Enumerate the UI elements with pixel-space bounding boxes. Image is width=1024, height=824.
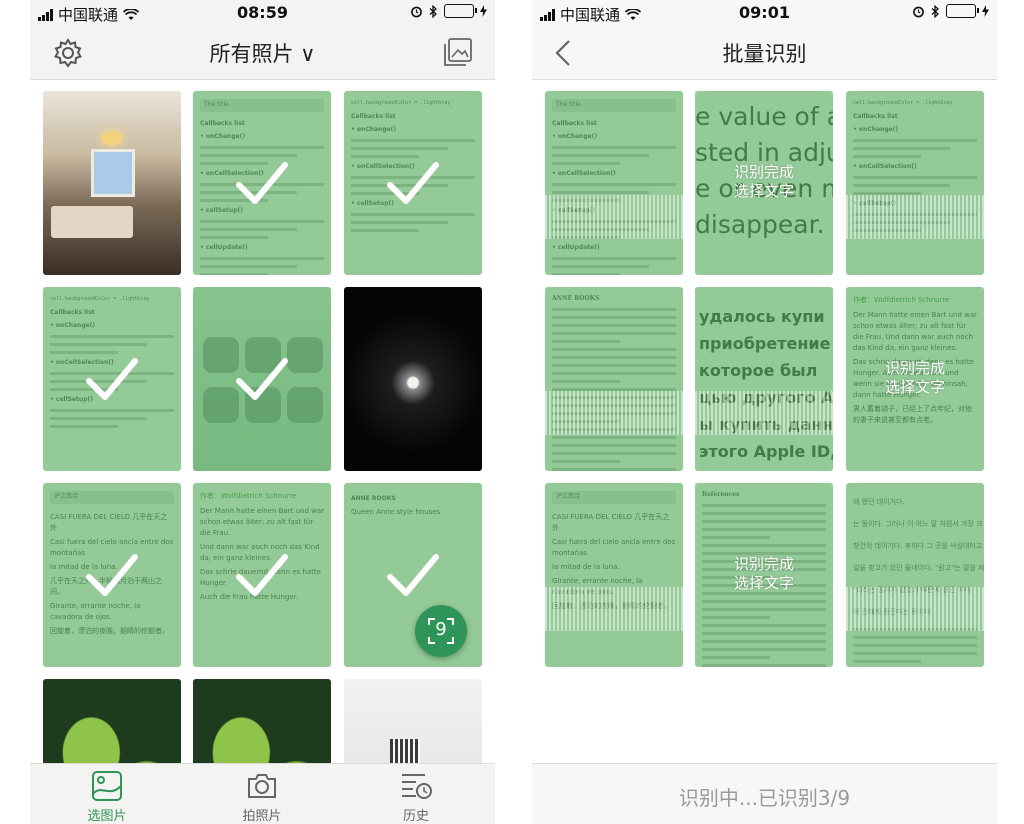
history-icon: [402, 774, 432, 799]
recognized-line-2: 选择文字: [884, 378, 945, 396]
photo-icon: [444, 38, 472, 66]
left-phone-screen: 中国联通 08:59 所有照片 ∨ 9 选图片 拍照片 历史: [30, 0, 495, 824]
scanning-band: [846, 195, 984, 239]
checkmark-icon: [236, 162, 288, 204]
selection-count-button[interactable]: 9: [415, 605, 467, 657]
checkmark-icon: [86, 358, 138, 400]
tab-history-label: 历史: [402, 809, 429, 824]
photo-tile[interactable]: cell.backgroundColor = .lightGrayCallbac…: [846, 91, 984, 275]
photo-tile[interactable]: 作者：Wolfdietrich SchnurreDer Mann hatte e…: [193, 483, 331, 667]
bluetooth-icon: [931, 4, 939, 18]
photo-bedroom: [43, 91, 181, 275]
gallery-button[interactable]: [443, 37, 473, 71]
bluetooth-icon: [429, 4, 437, 18]
scanning-band: [695, 391, 833, 435]
checkmark-icon: [236, 554, 288, 596]
checkmark-icon: [236, 358, 288, 400]
status-bar: 中国联通 08:59: [30, 0, 495, 26]
photo-tile[interactable]: 에 됐던 데이거다.는 동이다. 그러나 이 어느 말 처럼서 가장 크창건의 …: [846, 483, 984, 667]
checkmark-icon: [86, 554, 138, 596]
recognition-progress-bar: 识别中...已识别3/9: [532, 763, 997, 824]
pick-image-icon: [92, 771, 122, 801]
photo-tile[interactable]: [193, 287, 331, 471]
tab-history[interactable]: 历史: [376, 770, 456, 824]
battery-icon: [444, 4, 477, 18]
photo-moon: [344, 287, 482, 471]
scanning-band: [846, 587, 984, 631]
recognized-line-2: 选择文字: [733, 182, 794, 200]
photo-tile[interactable]: [43, 91, 181, 275]
photo-tile[interactable]: [344, 287, 482, 471]
scanning-band: [545, 391, 683, 435]
photo-tile[interactable]: ANNE ROOKS: [545, 287, 683, 471]
recognition-overlay: [545, 483, 683, 667]
photo-tile[interactable]: The titleCallbacks list• onChange()• onC…: [193, 91, 331, 275]
bed: [51, 206, 133, 238]
tab-pick-image[interactable]: 选图片: [67, 770, 147, 824]
charging-icon: [480, 5, 487, 17]
photo-tile[interactable]: e value of asted in adjue or even madisa…: [695, 91, 833, 275]
recognition-overlay: [545, 287, 683, 471]
photo-tile[interactable]: 泸江西诗CASI FUERA DEL CIELO 几乎在天之外Casi fuer…: [545, 483, 683, 667]
recognition-overlay: [846, 483, 984, 667]
photo-tile[interactable]: 作者：Wolfdietrich SchnurreDer Mann hatte e…: [846, 287, 984, 471]
recognition-overlay: [695, 287, 833, 471]
recognized-label: 识别完成 选择文字: [846, 359, 984, 397]
status-right: [410, 4, 487, 18]
tab-take-photo-label: 拍照片: [242, 809, 282, 824]
tab-take-photo[interactable]: 拍照片: [222, 770, 302, 824]
checkmark-icon: [387, 554, 439, 596]
alarm-icon: [913, 6, 924, 17]
photo-tile[interactable]: cell.backgroundColor = .lightGrayCallbac…: [43, 287, 181, 471]
status-bar: 中国联通 09:01: [532, 0, 997, 26]
recognized-label: 识别完成 选择文字: [695, 555, 833, 593]
status-right: [912, 4, 989, 18]
right-phone-screen: 中国联通 09:01 批量识别 The titleCallbacks list•…: [532, 0, 997, 824]
chandelier: [101, 131, 123, 145]
checkmark-icon: [387, 162, 439, 204]
photo-tile[interactable]: удалось купиприобретение отнкоторое былц…: [695, 287, 833, 471]
selection-count: 9: [435, 619, 447, 640]
recognized-line-2: 选择文字: [733, 574, 794, 592]
battery-icon: [946, 4, 979, 18]
charging-icon: [982, 5, 989, 17]
camera-icon: [248, 774, 276, 798]
page-title: 批量识别: [722, 42, 807, 66]
alarm-icon: [411, 6, 422, 17]
scanning-band: [545, 195, 683, 239]
recognized-line-1: 识别完成: [733, 555, 794, 573]
recognition-progress-text: 识别中...已识别3/9: [678, 786, 851, 810]
top-navigation-bar: 批量识别: [532, 26, 997, 80]
recognition-overlay: [545, 91, 683, 275]
photo-tile[interactable]: The titleCallbacks list• onChange()• onC…: [545, 91, 683, 275]
bottom-tab-bar: 选图片 拍照片 历史: [30, 763, 495, 824]
photo-tile[interactable]: 泸江西诗CASI FUERA DEL CIELO 几乎在天之外Casi fuer…: [43, 483, 181, 667]
recognition-overlay: [846, 91, 984, 275]
recognized-label: 识别完成 选择文字: [695, 163, 833, 201]
recognized-line-1: 识别完成: [884, 359, 945, 377]
album-title-dropdown[interactable]: 所有照片 ∨: [30, 38, 495, 68]
tab-pick-image-label: 选图片: [87, 809, 127, 824]
photo-tile[interactable]: cell.backgroundColor = .lightGrayCallbac…: [344, 91, 482, 275]
recognized-line-1: 识别完成: [733, 163, 794, 181]
window: [91, 149, 135, 197]
photo-tile[interactable]: References识别完成选择文字: [695, 483, 833, 667]
scanning-band: [545, 587, 683, 631]
top-navigation-bar: 所有照片 ∨: [30, 26, 495, 80]
